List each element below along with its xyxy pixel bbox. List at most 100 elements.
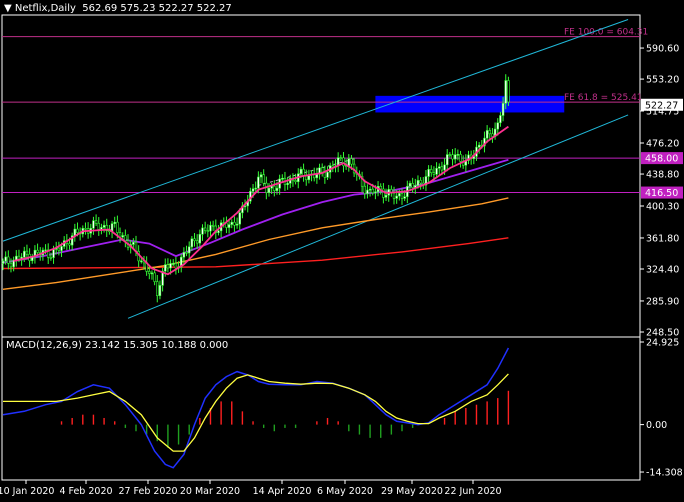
candle-body (238, 212, 241, 225)
y-tick-label: 324.40 (646, 265, 679, 276)
candle-body (150, 272, 154, 275)
candle-body (235, 223, 239, 226)
x-tick-label: 10 Jan 2020 (0, 486, 54, 497)
candle-body (251, 188, 255, 192)
candle-body (7, 256, 10, 264)
candle-body (273, 185, 276, 191)
ma-slow-line (2, 197, 509, 290)
candle-body (350, 158, 353, 165)
y-tick-label: 285.90 (646, 296, 679, 307)
candle-body (430, 169, 433, 174)
candle-body (459, 154, 462, 162)
ma-200-line (2, 237, 509, 270)
candle-body (491, 133, 494, 137)
candle-body (281, 178, 284, 180)
candle-body (211, 224, 215, 227)
macd-histogram-bar (358, 424, 361, 435)
macd-histogram-bar (497, 398, 499, 425)
macd-histogram-bar (443, 417, 446, 425)
macd-histogram-bar (92, 414, 95, 425)
macd-histogram-bar (454, 411, 456, 425)
macd-histogram-bar (71, 417, 73, 425)
price-panel: FE 100.0 = 604.31 FE 61.8 = 525.41 590.60 5… (1, 14, 683, 339)
macd-histogram-bar (465, 408, 467, 425)
x-tick-label: 20 Mar 2020 (180, 486, 240, 497)
macd-histogram-bar (241, 411, 244, 425)
x-tick-label: 14 Apr 2020 (253, 486, 312, 497)
candle-body (60, 246, 63, 251)
macd-histogram-bar (273, 424, 276, 432)
macd-label: MACD(12,26,9) 23.142 15.305 10.188 0.000 (6, 340, 229, 351)
candle-body (156, 281, 159, 296)
channel-line (127, 114, 629, 319)
candle-body (158, 285, 162, 296)
candle-body (209, 224, 212, 232)
candle-body (496, 122, 499, 130)
macd-histogram-bar (348, 424, 350, 432)
symbol-label: Netflix,Daily (14, 3, 76, 14)
candle-body (499, 115, 502, 124)
macd-histogram-bar (114, 421, 116, 425)
candle-body (400, 193, 404, 199)
candle-body (169, 263, 172, 269)
candle-body (124, 235, 127, 241)
macd-histogram-bar (316, 421, 318, 425)
candle-body (195, 240, 199, 244)
candle-body (57, 247, 61, 251)
candle-body (379, 186, 382, 190)
candle-body (225, 222, 228, 228)
candle-body (432, 172, 436, 175)
fib-label: FE 100.0 = 604.31 (564, 28, 648, 38)
candle-body (371, 188, 374, 193)
level-tag: 416.50 (645, 188, 678, 199)
candle-body (485, 130, 489, 139)
chart-canvas: FE 100.0 = 604.31 FE 61.8 = 525.41 590.60 5… (0, 14, 683, 497)
candle-body (456, 154, 460, 156)
candle-body (92, 220, 95, 229)
candle-body (403, 196, 406, 199)
candle-body (507, 80, 510, 103)
candle-body (395, 195, 398, 199)
macd-histogram-bar (390, 424, 393, 435)
candle-body (164, 264, 167, 272)
candle-body (408, 183, 412, 187)
channel-line (2, 19, 629, 242)
candle-body (416, 180, 420, 186)
macd-panel: 24.925 0.00 -14.308 (1, 336, 683, 481)
candle-body (4, 256, 7, 262)
candle-body (233, 221, 236, 226)
candle-body (501, 103, 505, 116)
dropdown-arrow-icon[interactable]: ▼ (4, 3, 15, 14)
candle-body (259, 174, 263, 178)
ma-fast-line (13, 125, 509, 276)
macd-histogram-bar (82, 414, 84, 425)
candle-body (203, 227, 207, 231)
macd-histogram-bar (177, 424, 180, 445)
y-tick-label: 553.20 (646, 75, 679, 86)
candle-body (488, 130, 491, 135)
candle-body (305, 175, 308, 181)
macd-histogram-bar (103, 417, 105, 425)
candle-body (453, 154, 457, 160)
candle-body (227, 224, 231, 228)
macd-histogram-bar (199, 417, 201, 425)
candle-body (36, 249, 39, 253)
macd-histogram-bar (380, 424, 382, 438)
y-tick-label: 361.80 (646, 233, 679, 244)
candle-body (73, 228, 77, 236)
candle-body (411, 183, 414, 188)
x-tick-label: 29 May 2020 (381, 486, 443, 497)
candle-body (190, 238, 194, 248)
candle-body (339, 157, 343, 159)
candle-body (448, 154, 452, 156)
macd-histogram-bar (284, 424, 286, 428)
signal-line (3, 373, 509, 452)
macd-histogram-bar (401, 424, 403, 432)
candle-body (217, 230, 220, 233)
candle-body (374, 191, 377, 194)
candle-body (132, 241, 135, 245)
macd-header: MACD(12,26,9) 23.142 15.305 10.188 0.000 (6, 340, 228, 351)
candle-body (9, 263, 13, 268)
macd-histogram-bar (294, 424, 297, 428)
time-axis: 10 Jan 2020 4 Feb 2020 27 Feb 2020 20 Mar 2… (0, 480, 502, 497)
